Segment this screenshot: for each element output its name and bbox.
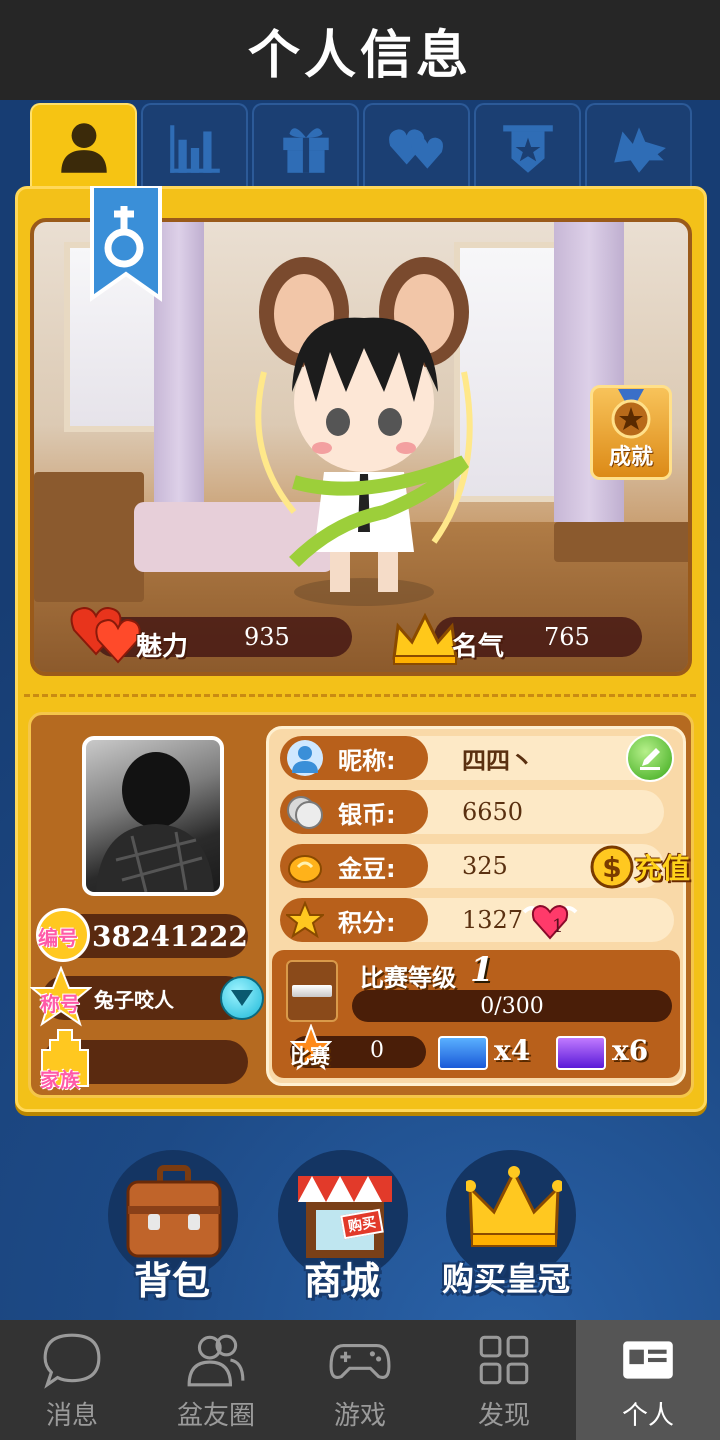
silver-value: 6650 <box>462 798 524 826</box>
tab-honors[interactable] <box>474 103 581 191</box>
player-id-value: 38241222 <box>92 919 248 953</box>
silver-row: 银币: 6650 <box>280 790 664 834</box>
title-dropdown-button[interactable] <box>220 976 264 1020</box>
nav-profile[interactable]: 个人 <box>576 1320 720 1440</box>
shop-button[interactable]: 购买 商城 <box>278 1150 428 1310</box>
achievement-button[interactable]: 成就 <box>590 385 672 480</box>
page-title: 个人信息 <box>247 25 472 86</box>
title-badge: 称号 <box>40 992 80 1016</box>
character-avatar <box>255 257 473 606</box>
blue-ticket-count: x4 <box>494 1034 531 1067</box>
panel-divider <box>24 694 696 697</box>
tab-relations[interactable] <box>363 103 470 191</box>
nav-label: 发现 <box>477 1400 530 1431</box>
shop-tag-label: 购买 <box>346 1214 378 1236</box>
buy-crown-button[interactable]: 购买皇冠 <box>442 1150 596 1310</box>
silver-coin-icon <box>287 796 323 829</box>
id-card-icon <box>623 1340 673 1379</box>
fame-label: 名气 <box>452 632 505 662</box>
bag-button[interactable]: 背包 <box>108 1150 258 1310</box>
nav-label: 个人 <box>621 1400 674 1431</box>
nav-label: 盆友圈 <box>176 1400 255 1431</box>
shop-label: 商城 <box>304 1259 381 1303</box>
gift-icon <box>282 128 329 173</box>
nav-label: 消息 <box>45 1400 98 1431</box>
shield-star-icon <box>502 125 553 173</box>
svg-text:$: $ <box>602 851 621 884</box>
purple-ticket-count: x6 <box>612 1034 649 1067</box>
charm-label: 魅力 <box>136 632 189 662</box>
star-icon <box>286 901 324 939</box>
tab-werewolf[interactable] <box>585 103 692 191</box>
achievement-label: 成就 <box>608 445 653 470</box>
grid-icon <box>479 1335 529 1384</box>
match-label: 比赛 <box>290 1044 330 1068</box>
points-row: 积分: 1327 <box>280 898 674 942</box>
chat-bubble-icon <box>43 1333 101 1389</box>
id-badge: 编号 <box>38 926 78 950</box>
nickname-row: 昵称: 四四丶 <box>280 736 674 780</box>
nav-discover[interactable]: 发现 <box>432 1320 576 1440</box>
briefcase-icon <box>126 1165 222 1258</box>
match-level-label: 比赛等级 <box>360 964 456 992</box>
match-value: 0 <box>370 1038 384 1063</box>
avatar-photo <box>96 752 214 892</box>
room-table <box>554 522 688 562</box>
nav-messages[interactable]: 消息 <box>0 1320 144 1440</box>
winged-heart-icon <box>522 904 578 940</box>
profile-tabs <box>30 103 692 193</box>
room-shelf <box>34 472 144 602</box>
buy-crown-label: 购买皇冠 <box>442 1260 571 1298</box>
nav-friends[interactable]: 盆友圈 <box>144 1320 288 1440</box>
crown-icon <box>392 612 458 665</box>
winged-heart-badge: 1 <box>522 898 578 942</box>
gold-bean-value: 325 <box>462 852 508 880</box>
blue-ticket-icon <box>438 1036 488 1070</box>
user-icon <box>287 740 323 776</box>
page-header: 个人信息 <box>0 0 720 100</box>
match-level-value: 1 <box>470 950 494 990</box>
tab-profile[interactable] <box>30 103 137 191</box>
player-title-value: 兔子咬人 <box>94 987 174 1012</box>
nav-label: 游戏 <box>333 1400 386 1431</box>
recharge-button[interactable]: $ 充值 <box>590 838 690 896</box>
charm-value: 935 <box>244 623 290 651</box>
nav-games[interactable]: 游戏 <box>288 1320 432 1440</box>
gamepad-icon <box>329 1343 391 1379</box>
hearts-count: 1 <box>552 916 564 937</box>
recharge-label: 充值 <box>634 852 691 885</box>
match-rank-icon <box>286 960 338 1022</box>
friends-icon <box>187 1334 245 1386</box>
tab-gifts[interactable] <box>252 103 359 191</box>
match-progress-bar: 0/300 <box>352 990 672 1022</box>
bottom-nav: 消息 盆友圈 游戏 发现 个人 <box>0 1320 720 1440</box>
male-gender-icon[interactable] <box>86 186 166 304</box>
purple-ticket-icon <box>556 1036 606 1070</box>
points-value: 1327 <box>462 906 524 934</box>
fame-value: 765 <box>544 623 590 651</box>
pencil-icon <box>640 748 660 770</box>
medal-icon <box>611 389 651 439</box>
nickname-value: 四四丶 <box>462 746 534 775</box>
wolf-icon <box>613 127 666 173</box>
gold-bean-icon <box>288 855 322 883</box>
dollar-coin-icon: $ <box>590 845 634 889</box>
bar-chart-icon <box>169 125 220 173</box>
avatar[interactable] <box>82 736 224 896</box>
edit-nickname-button[interactable] <box>626 734 674 782</box>
person-icon <box>60 123 107 173</box>
tab-stats[interactable] <box>141 103 248 191</box>
bag-label: 背包 <box>134 1259 211 1303</box>
match-progress-text: 0/300 <box>480 993 544 1019</box>
rank-bar-icon <box>292 985 332 997</box>
crown-icon <box>466 1166 562 1247</box>
family-badge: 家族 <box>40 1068 80 1092</box>
hearts-icon <box>388 129 443 169</box>
chevron-down-icon <box>231 990 253 1006</box>
